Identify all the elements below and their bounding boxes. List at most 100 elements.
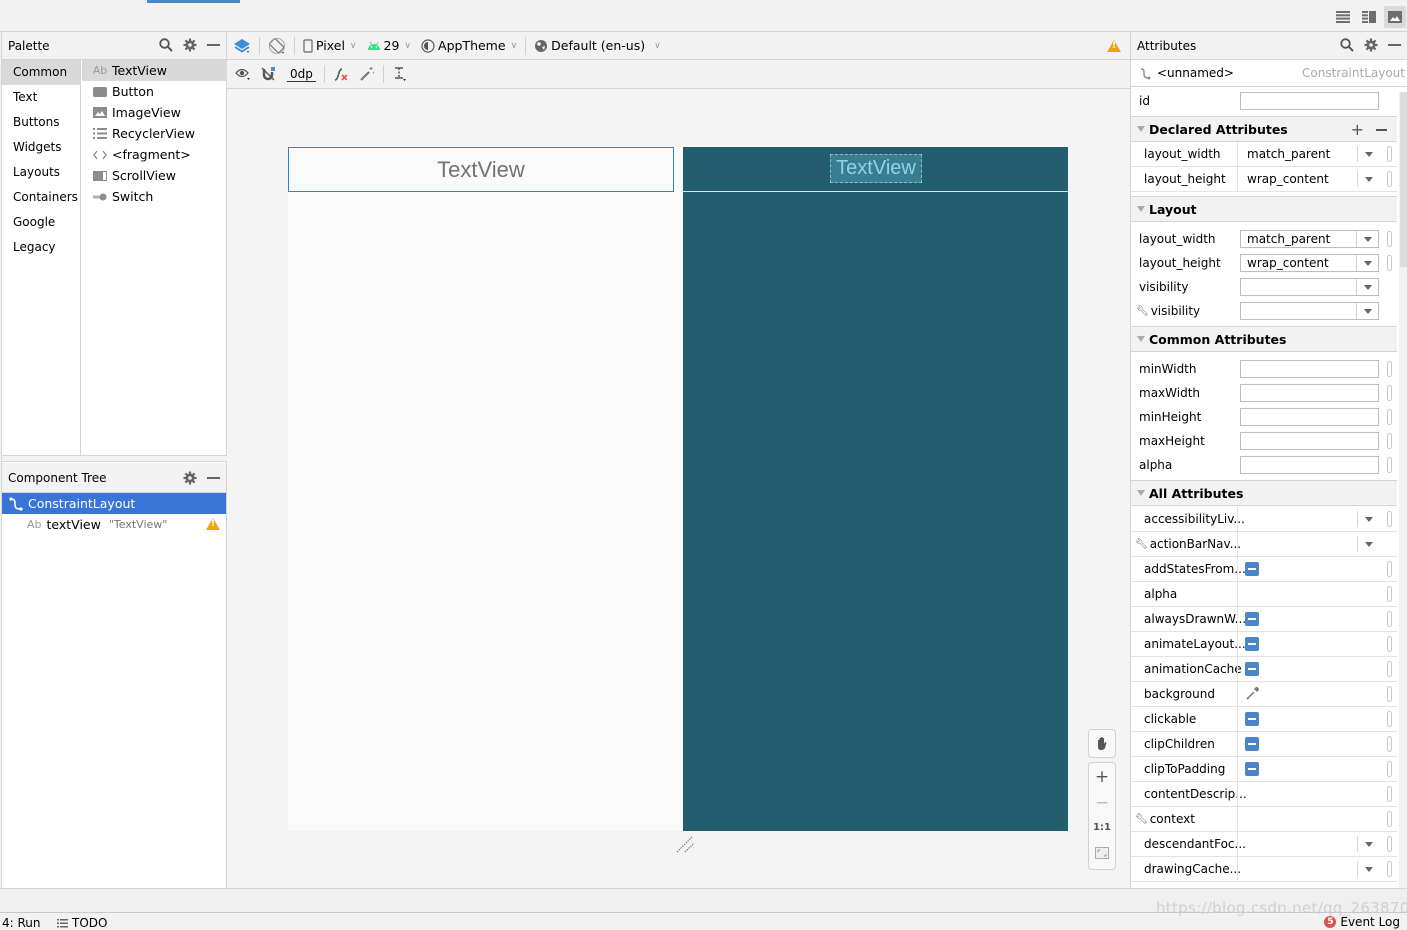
resource-picker-button[interactable] — [1387, 255, 1392, 271]
orientation-button[interactable] — [263, 37, 291, 55]
tree-node-textview[interactable]: Ab textView "TextView" — [2, 514, 226, 535]
dropdown-button[interactable] — [1356, 279, 1378, 295]
all-attr-row[interactable]: addStatesFrom... — [1131, 557, 1397, 582]
all-attr-row[interactable]: 🔧︎ actionBarNav... — [1131, 532, 1397, 557]
attr-input[interactable] — [1240, 360, 1379, 378]
resource-picker-button[interactable] — [1387, 409, 1392, 425]
visibility-select[interactable] — [1240, 278, 1379, 296]
api-level-selector[interactable]: 29 ∨ — [362, 38, 417, 53]
minimize-icon[interactable] — [207, 38, 220, 52]
palette-item-textview[interactable]: Ab TextView — [82, 60, 228, 81]
flag-toggle-icon[interactable] — [1245, 562, 1259, 576]
dropdown-button[interactable] — [1356, 303, 1378, 319]
blueprint-surface[interactable]: TextView — [683, 147, 1068, 831]
resource-picker-button[interactable] — [1387, 711, 1392, 727]
remove-attribute-icon[interactable] — [1376, 129, 1387, 131]
palette-item-button[interactable]: Button — [82, 81, 228, 102]
zoom-out-button[interactable]: − — [1089, 793, 1115, 813]
resource-picker-button[interactable] — [1387, 457, 1392, 473]
resource-picker-button[interactable] — [1387, 231, 1392, 247]
dropdown-button[interactable] — [1357, 836, 1379, 852]
section-declared-attributes[interactable]: Declared Attributes + — [1131, 116, 1397, 142]
guidelines-button[interactable] — [387, 66, 413, 82]
attr-input[interactable] — [1240, 408, 1379, 426]
zoom-to-fit-button[interactable] — [1095, 847, 1109, 859]
resource-picker-button[interactable] — [1387, 661, 1392, 677]
dropdown-button[interactable] — [1356, 255, 1378, 271]
palette-item-scrollview[interactable]: ScrollView — [82, 165, 228, 186]
palette-category[interactable]: Buttons — [2, 110, 80, 135]
pan-button[interactable] — [1088, 729, 1116, 758]
all-attr-row[interactable]: background — [1131, 682, 1397, 707]
flag-toggle-icon[interactable] — [1245, 762, 1259, 776]
flag-toggle-icon[interactable] — [1245, 737, 1259, 751]
panel-splitter[interactable] — [2, 455, 228, 462]
all-attr-row[interactable]: alwaysDrawnW... — [1131, 607, 1397, 632]
palette-category[interactable]: Common — [2, 60, 80, 85]
resource-picker-button[interactable] — [1387, 511, 1392, 527]
resource-picker-button[interactable] — [1387, 611, 1392, 627]
layout-height-select[interactable]: wrap_content — [1240, 254, 1379, 272]
resource-picker-button[interactable] — [1387, 736, 1392, 752]
design-surface-button[interactable] — [227, 38, 256, 54]
all-attr-row[interactable]: animateLayout... — [1131, 632, 1397, 657]
all-attr-row[interactable]: animationCache — [1131, 657, 1397, 682]
dropdown-button[interactable] — [1357, 171, 1379, 187]
resource-picker-button[interactable] — [1387, 861, 1392, 877]
flag-toggle-icon[interactable] — [1245, 712, 1259, 726]
search-icon[interactable] — [1340, 38, 1354, 52]
resource-picker-button[interactable] — [1387, 811, 1392, 827]
all-attr-row[interactable]: clickable — [1131, 707, 1397, 732]
theme-selector[interactable]: AppTheme ∨ — [416, 38, 522, 53]
id-input[interactable] — [1240, 92, 1379, 110]
palette-item-imageview[interactable]: ImageView — [82, 102, 228, 123]
flag-toggle-icon[interactable] — [1245, 637, 1259, 651]
run-tool-button[interactable]: 4: Run — [2, 916, 41, 930]
dropdown-button[interactable] — [1357, 536, 1379, 552]
declared-attr-row[interactable]: layout_height wrap_content — [1131, 167, 1397, 192]
all-attr-row[interactable]: clipChildren — [1131, 732, 1397, 757]
all-attr-row[interactable]: drawingCache... — [1131, 857, 1397, 882]
todo-tool-button[interactable]: TODO — [57, 916, 107, 930]
gear-icon[interactable] — [183, 471, 197, 485]
minimize-icon[interactable] — [1388, 38, 1401, 52]
zoom-in-button[interactable]: + — [1089, 767, 1115, 787]
flag-toggle-icon[interactable] — [1245, 612, 1259, 626]
resource-picker-button[interactable] — [1387, 433, 1392, 449]
palette-category[interactable]: Legacy — [2, 235, 80, 260]
palette-category[interactable]: Widgets — [2, 135, 80, 160]
resource-picker-button[interactable] — [1387, 586, 1392, 602]
attr-input[interactable] — [1240, 456, 1379, 474]
view-options-button[interactable] — [227, 67, 256, 81]
dropdown-button[interactable] — [1357, 146, 1379, 162]
design-view-button[interactable] — [1384, 6, 1406, 28]
event-log-button[interactable]: 5 Event Log — [1324, 915, 1400, 929]
section-layout[interactable]: Layout — [1131, 196, 1397, 222]
palette-category[interactable]: Text — [2, 85, 80, 110]
add-attribute-icon[interactable]: + — [1351, 120, 1364, 139]
palette-item-switch[interactable]: Switch — [82, 186, 228, 207]
dropdown-button[interactable] — [1357, 861, 1379, 877]
section-all-attributes[interactable]: All Attributes — [1131, 480, 1397, 506]
dropdown-button[interactable] — [1356, 231, 1378, 247]
all-attr-row[interactable]: clipToPadding — [1131, 757, 1397, 782]
declared-attr-row[interactable]: layout_width match_parent — [1131, 142, 1397, 167]
scrollbar-thumb[interactable] — [1400, 92, 1407, 267]
attr-value[interactable]: wrap_content — [1247, 172, 1329, 186]
tools-visibility-select[interactable] — [1240, 302, 1379, 320]
tree-node-constraintlayout[interactable]: ConstraintLayout — [2, 493, 226, 514]
design-surface[interactable]: TextView — [288, 147, 683, 831]
gear-icon[interactable] — [1364, 38, 1378, 52]
flag-toggle-icon[interactable] — [1245, 662, 1259, 676]
attr-value[interactable]: match_parent — [1247, 147, 1330, 161]
gear-icon[interactable] — [183, 38, 197, 52]
code-view-button[interactable] — [1332, 6, 1354, 28]
dropdown-button[interactable] — [1357, 511, 1379, 527]
search-icon[interactable] — [159, 38, 173, 52]
resource-picker-button[interactable] — [1387, 385, 1392, 401]
eyedropper-icon[interactable] — [1246, 686, 1260, 700]
all-attr-row[interactable]: 🔧︎ context — [1131, 807, 1397, 832]
resource-picker-button[interactable] — [1387, 171, 1392, 187]
resource-picker-button[interactable] — [1387, 361, 1392, 377]
resource-picker-button[interactable] — [1387, 636, 1392, 652]
